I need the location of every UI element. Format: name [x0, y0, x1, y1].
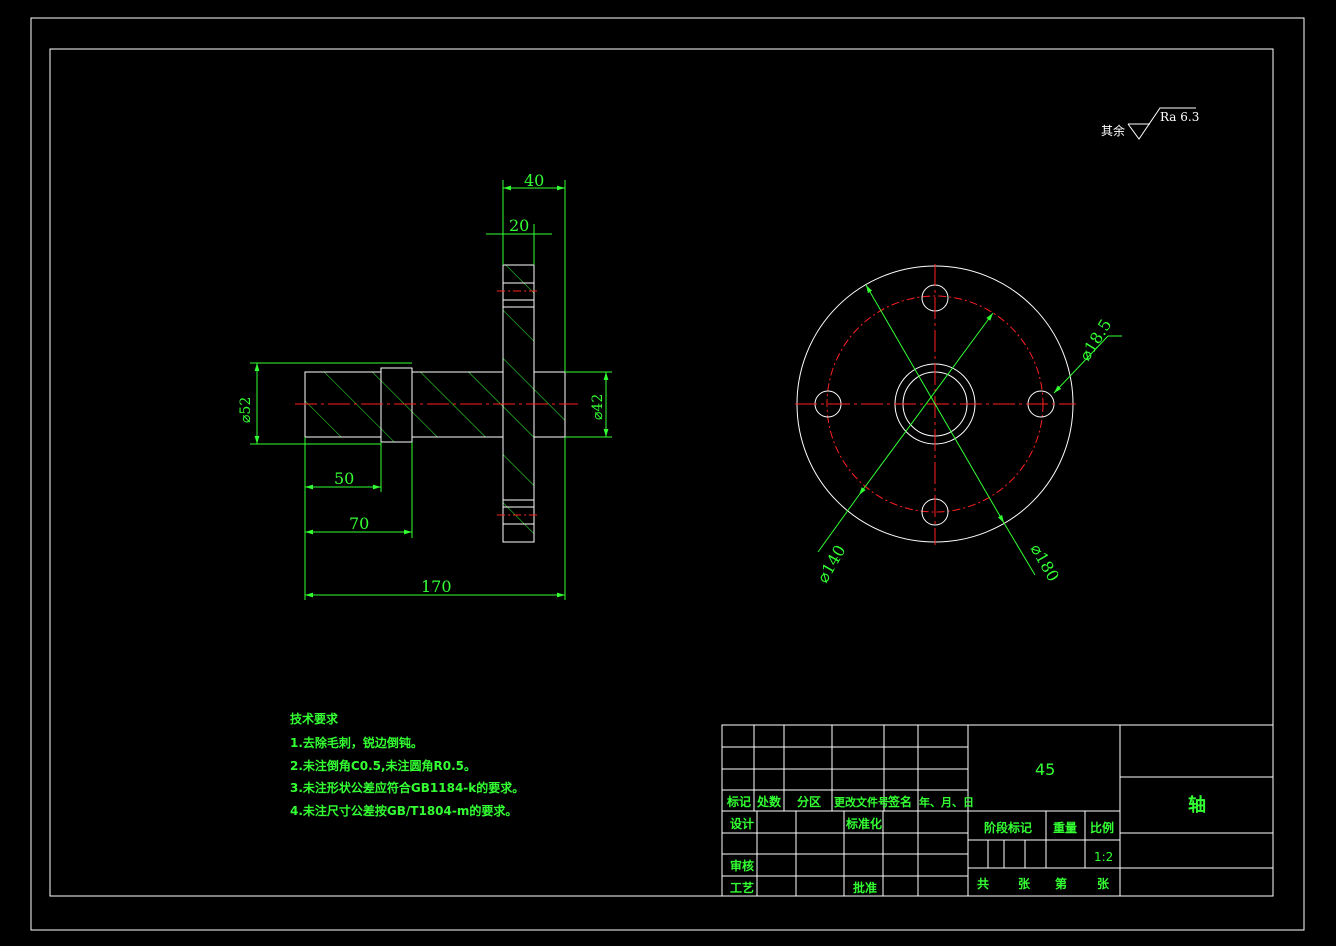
weight-label: 重量: [1053, 820, 1077, 835]
inner-frame: [49, 48, 1274, 897]
title-block-text: 45 轴 标记 处数 分区 更改文件号 签名 年、月、日 设计 标准化 审核 工…: [726, 760, 1206, 895]
notes-title: 技术要求: [290, 711, 339, 726]
roughness-value: Ra 6.3: [1160, 110, 1199, 124]
note-1: 1.去除毛刺，锐边倒钝。: [290, 735, 423, 750]
dim-outer: ⌀180: [1027, 541, 1064, 585]
note-2: 2.未注倒角C0.5,未注圆角R0.5。: [290, 758, 476, 773]
hdr-signature: 签名: [887, 794, 912, 809]
hdr-change-doc: 更改文件号: [834, 795, 889, 809]
review-label: 审核: [730, 858, 754, 873]
dim-flange-width: 40: [524, 171, 544, 190]
technical-notes: 技术要求 1.去除毛刺，锐边倒钝。 2.未注倒角C0.5,未注圆角R0.5。 3…: [290, 711, 524, 818]
hdr-mark: 标记: [726, 794, 751, 809]
flange-top-lug: [502, 264, 535, 308]
scale-value: 1:2: [1094, 850, 1113, 864]
dim-pcd: ⌀140: [813, 542, 850, 586]
drawing-canvas: 其余 Ra 6.3 40 20 ⌀52 ⌀42 50 70 170 ⌀18.5 …: [30, 17, 1305, 931]
dim-len-50: 50: [334, 469, 354, 488]
roughness-label: 其余: [1101, 123, 1125, 138]
standardize-label: 标准化: [845, 816, 882, 831]
hdr-date: 年、月、日: [919, 795, 974, 809]
sheets-total: 共: [977, 876, 989, 891]
approve-label: 批准: [853, 880, 877, 895]
sheets-zhang-1: 张: [1018, 876, 1031, 891]
dim-len-70: 70: [349, 514, 369, 533]
roughness-symbol: 其余 Ra 6.3: [1101, 107, 1199, 140]
process-label: 工艺: [730, 880, 754, 895]
front-view: 40 20 ⌀52 ⌀42 50 70 170: [238, 171, 612, 600]
dim-flange-thickness: 20: [509, 216, 529, 235]
sheets-zhang-2: 张: [1097, 876, 1110, 891]
sheets-num: 第: [1055, 876, 1067, 891]
note-3: 3.未注形状公差应符合GB1184-k的要求。: [290, 780, 524, 795]
hdr-count: 处数: [756, 794, 782, 809]
dim-dia-left: ⌀52: [238, 397, 254, 423]
dim-dia-right: ⌀42: [590, 394, 606, 420]
material: 45: [1035, 760, 1055, 779]
design-label: 设计: [730, 816, 754, 831]
scale-label: 比例: [1090, 820, 1114, 835]
part-name: 轴: [1188, 794, 1206, 816]
outer-frame: [30, 17, 1305, 931]
flange-bottom-lug: [502, 499, 535, 543]
hdr-zone: 分区: [797, 794, 821, 809]
dim-hole: ⌀18.5: [1075, 316, 1115, 364]
stage-mark-label: 阶段标记: [984, 820, 1032, 835]
dim-len-170: 170: [421, 577, 452, 596]
side-view: ⌀18.5 ⌀140 ⌀180: [795, 264, 1122, 586]
note-4: 4.未注尺寸公差按GB/T1804-m的要求。: [290, 803, 517, 818]
